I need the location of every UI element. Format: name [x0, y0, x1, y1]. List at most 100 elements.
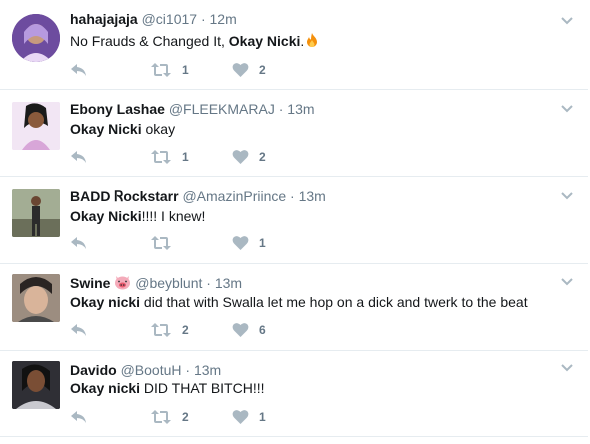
- tweet-text-bold: Okay Nicki: [228, 33, 301, 49]
- reply-button[interactable]: [70, 320, 88, 340]
- tweet-actions: 1 2: [70, 147, 470, 167]
- tweet-header: Davido @BootuH · 13m: [70, 361, 221, 379]
- user-handle[interactable]: @BootuH: [121, 362, 182, 378]
- retweet-button[interactable]: 2: [150, 320, 189, 340]
- tweet-text-part: DID THAT BITCH!!!: [140, 380, 265, 396]
- user-name[interactable]: hahajajaja: [70, 11, 138, 27]
- like-button[interactable]: 2: [232, 60, 266, 80]
- retweet-button[interactable]: 1: [150, 147, 189, 167]
- tweet[interactable]: BADD Ꮢockstarr @AmazinPriince · 13m Okay…: [0, 177, 588, 264]
- tweet-text-bold: Okay Nicki: [70, 208, 142, 224]
- retweet-icon: [151, 150, 171, 164]
- avatar[interactable]: [12, 14, 60, 62]
- reply-icon: [71, 324, 86, 336]
- reply-icon: [71, 237, 86, 249]
- timestamp[interactable]: 13m: [299, 188, 326, 204]
- reply-button[interactable]: [70, 233, 88, 253]
- tweet-text: Okay nicki DID THAT BITCH!!!: [70, 379, 265, 397]
- like-button[interactable]: 1: [232, 233, 266, 253]
- avatar[interactable]: [12, 361, 60, 409]
- like-count: 1: [259, 236, 266, 250]
- user-handle[interactable]: @FLEEKMARAJ: [169, 101, 275, 117]
- fire-emoji: [304, 32, 320, 52]
- like-button[interactable]: 2: [232, 147, 266, 167]
- retweet-icon: [151, 410, 171, 424]
- timestamp[interactable]: 13m: [194, 362, 221, 378]
- user-name[interactable]: BADD Ꮢockstarr: [70, 188, 179, 204]
- tweet-text-part: did that with Swalla let me hop on a dic…: [140, 294, 528, 310]
- separator: ·: [278, 101, 284, 117]
- user-handle[interactable]: @beyblunt: [135, 275, 202, 291]
- retweet-icon: [151, 63, 171, 77]
- reply-button[interactable]: [70, 407, 88, 427]
- tweet-text-part: No Frauds & Changed It,: [70, 33, 229, 49]
- chevron-down-icon[interactable]: [560, 361, 574, 375]
- tweet-text-part: okay: [141, 121, 176, 137]
- avatar[interactable]: [12, 102, 60, 150]
- retweet-button[interactable]: [150, 233, 182, 253]
- tweet[interactable]: hahajajaja @ci1017 · 12m No Frauds & Cha…: [0, 0, 588, 90]
- heart-icon: [232, 410, 249, 424]
- tweet-header: Ebony Lashae @FLEEKMARAJ · 13m: [70, 100, 315, 118]
- retweet-button[interactable]: 1: [150, 60, 189, 80]
- tweet-text-bold: Okay nicki: [70, 294, 141, 310]
- timestamp[interactable]: 12m: [210, 11, 237, 27]
- pig-face-emoji: [114, 275, 131, 294]
- retweet-count: 2: [182, 410, 189, 424]
- reply-button[interactable]: [70, 147, 88, 167]
- user-handle[interactable]: @ci1017: [142, 11, 197, 27]
- tweet[interactable]: Swine @beyblunt · 13m Okay nicki did tha…: [0, 264, 588, 351]
- chevron-down-icon[interactable]: [560, 189, 574, 203]
- tweet[interactable]: Davido @BootuH · 13m Okay nicki DID THAT…: [0, 351, 588, 437]
- timestamp[interactable]: 13m: [287, 101, 314, 117]
- like-count: 2: [259, 150, 266, 164]
- reply-icon: [71, 411, 86, 423]
- separator: ·: [185, 362, 191, 378]
- tweet-text-bold: Okay nicki: [70, 380, 141, 396]
- heart-icon: [232, 323, 249, 337]
- user-handle[interactable]: @AmazinPriince: [182, 188, 286, 204]
- reply-icon: [71, 64, 86, 76]
- tweet-text: Okay Nicki!!!! I knew!: [70, 207, 205, 225]
- chevron-down-icon[interactable]: [560, 14, 574, 28]
- user-name[interactable]: Ebony Lashae: [70, 101, 165, 117]
- like-count: 2: [259, 63, 266, 77]
- retweet-count: 2: [182, 323, 189, 337]
- tweet-text: Okay nicki did that with Swalla let me h…: [70, 293, 528, 311]
- retweet-count: 1: [182, 63, 189, 77]
- like-button[interactable]: 1: [232, 407, 266, 427]
- tweet-header: hahajajaja @ci1017 · 12m: [70, 10, 237, 28]
- reply-icon: [71, 151, 86, 163]
- tweet-actions: 1 2: [70, 60, 470, 80]
- heart-icon: [232, 150, 249, 164]
- like-button[interactable]: 6: [232, 320, 266, 340]
- tweet-header: BADD Ꮢockstarr @AmazinPriince · 13m: [70, 187, 326, 205]
- separator: ·: [290, 188, 295, 204]
- tweet-text-bold: Okay Nicki: [70, 121, 142, 137]
- separator: ·: [206, 275, 211, 291]
- heart-icon: [232, 236, 249, 250]
- tweet-text: Okay Nicki okay: [70, 120, 175, 138]
- retweet-button[interactable]: 2: [150, 407, 189, 427]
- user-name[interactable]: Davido: [70, 362, 117, 378]
- tweet[interactable]: Ebony Lashae @FLEEKMARAJ · 13m Okay Nick…: [0, 90, 588, 177]
- tweet-feed: hahajajaja @ci1017 · 12m No Frauds & Cha…: [0, 0, 590, 444]
- heart-icon: [232, 63, 249, 77]
- tweet-actions: 2 1: [70, 407, 470, 427]
- reply-button[interactable]: [70, 60, 88, 80]
- tweet-text-part: !!!! I knew!: [141, 208, 206, 224]
- tweet-text: No Frauds & Changed It, Okay Nicki.: [70, 32, 320, 52]
- user-name[interactable]: Swine: [70, 275, 110, 291]
- retweet-icon: [151, 236, 171, 250]
- retweet-count: 1: [182, 150, 189, 164]
- tweet-header: Swine @beyblunt · 13m: [70, 274, 242, 294]
- tweet-actions: 1: [70, 233, 470, 253]
- timestamp[interactable]: 13m: [215, 275, 242, 291]
- tweet-actions: 2 6: [70, 320, 470, 340]
- chevron-down-icon[interactable]: [560, 275, 574, 289]
- retweet-icon: [151, 323, 171, 337]
- like-count: 6: [259, 323, 266, 337]
- avatar[interactable]: [12, 274, 60, 322]
- avatar[interactable]: [12, 189, 60, 237]
- chevron-down-icon[interactable]: [560, 102, 574, 116]
